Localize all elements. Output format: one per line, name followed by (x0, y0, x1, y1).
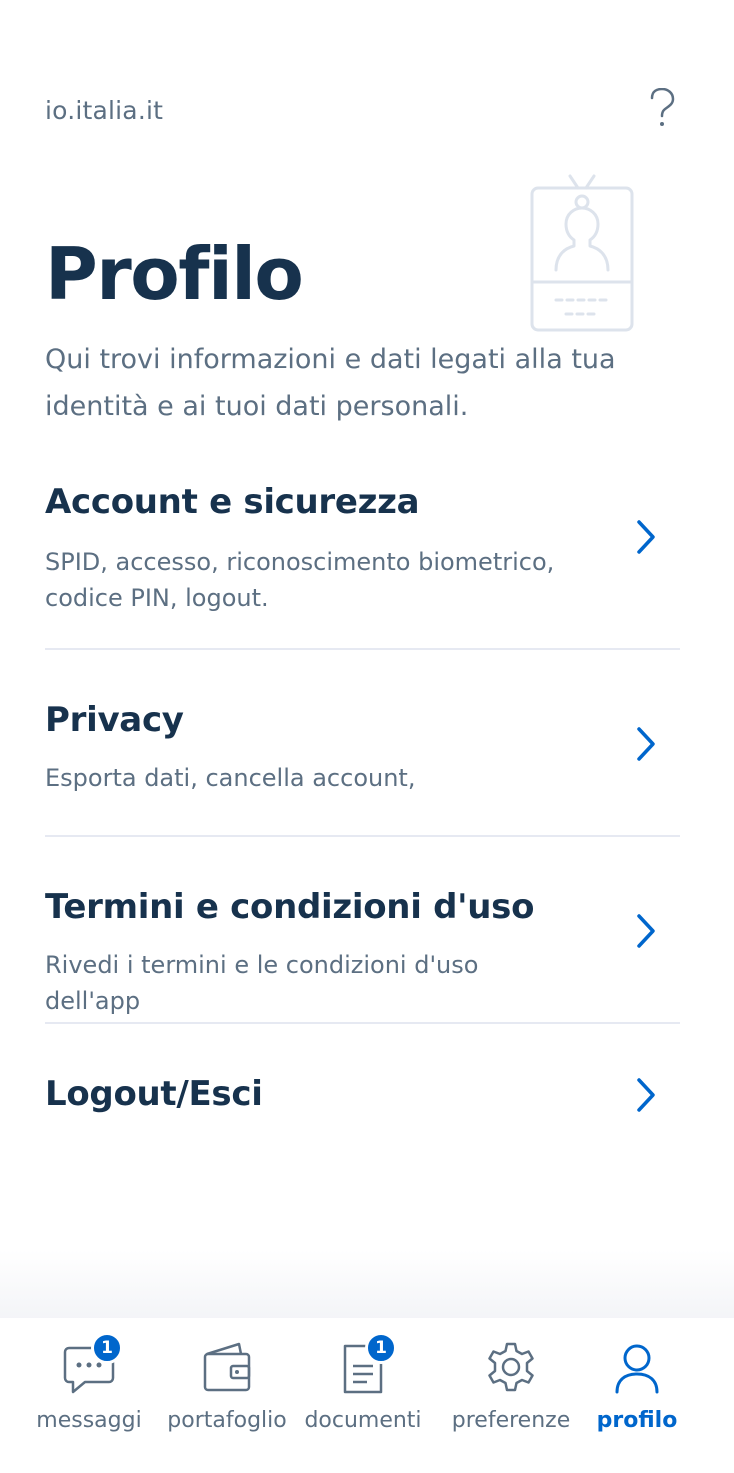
tab-label: preferenze (451, 1408, 571, 1433)
tab-label: profilo (596, 1408, 678, 1433)
chevron-right-icon (637, 1078, 655, 1112)
tabbar-shadow (0, 1250, 734, 1320)
item-title: Account e sicurezza (45, 482, 420, 522)
list-item-terms[interactable]: Termini e condizioni d'uso Rivedi i term… (45, 837, 680, 1024)
tab-icon-wrap: 1 (59, 1332, 123, 1398)
item-title: Termini e condizioni d'uso (45, 887, 535, 927)
tab-icon-wrap (607, 1336, 667, 1398)
top-bar: io.italia.it (0, 80, 734, 140)
tab-label: documenti (304, 1408, 422, 1433)
chevron-right-icon (637, 520, 655, 554)
item-description: Esporta dati, cancella account, (45, 764, 416, 792)
page-title: Profilo (45, 232, 304, 316)
chevron-right-icon (637, 727, 655, 761)
tab-label: portafoglio (167, 1408, 287, 1433)
item-description: Rivedi i termini e le condizioni d'uso d… (45, 951, 479, 1015)
chevron-right-icon (637, 914, 655, 948)
wallet-icon (203, 1342, 251, 1392)
brand-link[interactable]: io.italia.it (45, 96, 163, 125)
unread-badge: 1 (91, 1332, 123, 1364)
item-title: Privacy (45, 700, 184, 740)
tab-documenti[interactable]: 1 documenti (304, 1318, 422, 1448)
tab-profilo[interactable]: profilo (584, 1318, 690, 1448)
help-button[interactable] (640, 86, 684, 130)
list-item-account-security[interactable]: Account e sicurezza SPID, accesso, ricon… (45, 460, 680, 650)
bottom-tab-bar: 1 messaggi portafoglio 1 documenti prefe… (0, 1318, 734, 1473)
tab-icon-wrap: 1 (333, 1332, 397, 1398)
list-item-logout[interactable]: Logout/Esci (45, 1024, 680, 1154)
tab-label: messaggi (36, 1408, 142, 1433)
page-subtitle: Qui trovi informazioni e dati legati all… (45, 344, 616, 422)
help-icon (650, 88, 675, 126)
unread-badge: 1 (365, 1332, 397, 1364)
tab-icon-wrap (481, 1336, 541, 1398)
user-icon (615, 1344, 659, 1394)
tab-preferenze[interactable]: preferenze (448, 1318, 574, 1448)
tab-portafoglio[interactable]: portafoglio (167, 1318, 287, 1448)
gear-icon (488, 1342, 534, 1392)
list-item-privacy[interactable]: Privacy Esporta dati, cancella account, (45, 650, 680, 837)
profile-screen: io.italia.it Profilo Qui trovi informazi… (0, 0, 734, 1473)
item-description: SPID, accesso, riconoscimento biometrico… (45, 548, 555, 612)
id-badge-illustration (530, 174, 634, 332)
item-title: Logout/Esci (45, 1074, 263, 1114)
tab-messaggi[interactable]: 1 messaggi (30, 1318, 148, 1448)
tab-icon-wrap (197, 1336, 257, 1398)
